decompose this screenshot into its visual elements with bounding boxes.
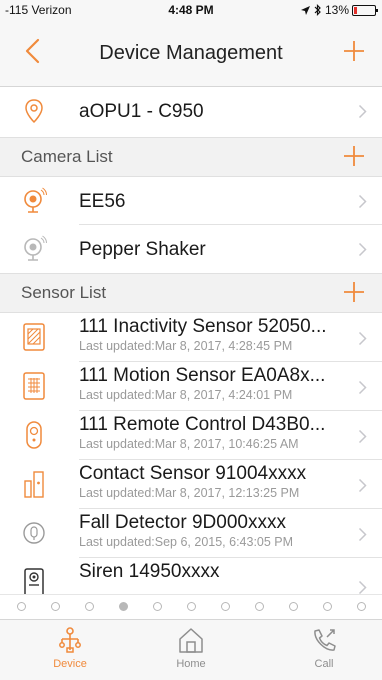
sensor-name: 111 Remote Control D43B0... bbox=[79, 414, 326, 435]
sensor-last-updated: Last updated:Mar 8, 2017, 4:28:45 PM bbox=[79, 339, 293, 353]
sensor-name: 111 Motion Sensor EA0A8x... bbox=[79, 365, 326, 386]
camera-icon bbox=[24, 187, 47, 213]
page-dot[interactable] bbox=[186, 602, 196, 611]
sensor-row[interactable]: Contact Sensor 91004xxxx Last updated:Ma… bbox=[0, 460, 382, 509]
sensor-name: Fall Detector 9D000xxxx bbox=[79, 512, 286, 533]
bluetooth-icon bbox=[314, 4, 321, 16]
fall-detector-icon bbox=[23, 522, 45, 544]
status-bar: -115 Verizon 4:48 PM 13% bbox=[0, 0, 382, 20]
chevron-right-icon bbox=[358, 527, 367, 542]
sensor-name: Contact Sensor 91004xxxx bbox=[79, 463, 307, 484]
tab-bar: Device Home Call bbox=[0, 619, 382, 680]
chevron-right-icon bbox=[358, 331, 367, 346]
chevron-right-icon bbox=[358, 429, 367, 444]
sensor-name: 111 Inactivity Sensor 52050... bbox=[79, 316, 327, 337]
add-sensor-icon[interactable] bbox=[342, 280, 366, 304]
sensor-name: Siren 14950xxxx bbox=[79, 561, 220, 582]
page-dot[interactable] bbox=[84, 602, 94, 611]
device-icon bbox=[59, 627, 81, 653]
add-device-icon[interactable] bbox=[342, 39, 366, 63]
sensor-list-label: Sensor List bbox=[21, 283, 107, 302]
camera-list-header: Camera List bbox=[0, 137, 382, 177]
sensor-row[interactable]: Fall Detector 9D000xxxx Last updated:Sep… bbox=[0, 509, 382, 558]
siren-icon bbox=[24, 568, 44, 597]
camera-row[interactable]: Pepper Shaker bbox=[0, 225, 382, 273]
page-dot[interactable] bbox=[288, 602, 298, 611]
page-dot[interactable] bbox=[118, 602, 128, 611]
add-camera-icon[interactable] bbox=[342, 144, 366, 168]
sensor-list-header: Sensor List bbox=[0, 273, 382, 313]
navigation-bar: Device Management bbox=[0, 20, 382, 87]
tab-device[interactable]: Device bbox=[30, 626, 110, 670]
call-icon bbox=[314, 629, 336, 651]
remote-control-icon bbox=[26, 421, 42, 449]
battery-icon bbox=[352, 4, 378, 16]
gateway-name: aOPU1 - C950 bbox=[79, 101, 204, 122]
page-dot[interactable] bbox=[16, 602, 26, 611]
page-dot[interactable] bbox=[152, 602, 162, 611]
page-title: Device Management bbox=[99, 42, 283, 64]
location-arrow-icon bbox=[300, 5, 310, 15]
sensor-row[interactable]: 111 Remote Control D43B0... Last updated… bbox=[0, 411, 382, 460]
tab-label: Home bbox=[176, 658, 206, 670]
inactivity-sensor-icon bbox=[23, 323, 45, 351]
sensor-row[interactable]: Siren 14950xxxx bbox=[0, 558, 382, 598]
chevron-right-icon bbox=[358, 380, 367, 395]
tab-call[interactable]: Call bbox=[284, 626, 364, 670]
chevron-right-icon bbox=[358, 104, 367, 119]
camera-name: Pepper Shaker bbox=[79, 239, 206, 260]
status-right: 13% bbox=[300, 3, 378, 17]
page-indicator bbox=[0, 594, 382, 618]
sensor-row[interactable]: 111 Inactivity Sensor 52050... Last upda… bbox=[0, 313, 382, 362]
chevron-right-icon bbox=[358, 478, 367, 493]
chevron-right-icon bbox=[358, 580, 367, 595]
page-dot[interactable] bbox=[220, 602, 230, 611]
tab-home[interactable]: Home bbox=[151, 626, 231, 670]
location-pin-icon bbox=[25, 99, 43, 124]
page-dot[interactable] bbox=[356, 602, 366, 611]
page-dot[interactable] bbox=[50, 602, 60, 611]
tab-label: Device bbox=[53, 658, 87, 670]
sensor-last-updated: Last updated:Mar 8, 2017, 10:46:25 AM bbox=[79, 437, 299, 451]
chevron-right-icon bbox=[358, 194, 367, 209]
camera-list-label: Camera List bbox=[21, 147, 113, 166]
camera-name: EE56 bbox=[79, 191, 126, 212]
device-list: aOPU1 - C950 Camera List EE56 Pepper Sha… bbox=[0, 87, 382, 598]
contact-sensor-icon bbox=[24, 471, 44, 498]
camera-icon bbox=[24, 235, 47, 261]
page-dot[interactable] bbox=[254, 602, 264, 611]
chevron-right-icon bbox=[358, 242, 367, 257]
tab-label: Call bbox=[314, 658, 334, 670]
page-dot[interactable] bbox=[322, 602, 332, 611]
sensor-last-updated: Last updated:Mar 8, 2017, 4:24:01 PM bbox=[79, 388, 293, 402]
sensor-last-updated: Last updated:Mar 8, 2017, 12:13:25 PM bbox=[79, 486, 300, 500]
camera-row[interactable]: EE56 bbox=[0, 177, 382, 225]
motion-sensor-icon bbox=[23, 372, 45, 400]
sensor-last-updated: Last updated:Sep 6, 2015, 6:43:05 PM bbox=[79, 535, 294, 549]
sensor-row[interactable]: 111 Motion Sensor EA0A8x... Last updated… bbox=[0, 362, 382, 411]
home-icon bbox=[179, 628, 203, 653]
battery-percent: 13% bbox=[324, 3, 349, 17]
gateway-row[interactable]: aOPU1 - C950 bbox=[0, 87, 382, 137]
